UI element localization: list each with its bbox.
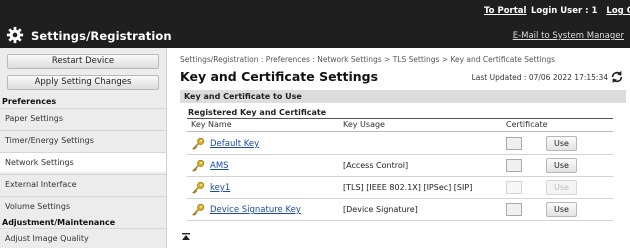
- sidebar-item-timer-energy[interactable]: Timer/Energy Settings: [0, 130, 166, 150]
- refresh-icon[interactable]: [610, 70, 624, 84]
- use-button: Use: [546, 180, 577, 195]
- section-header: Key and Certificate to Use: [180, 90, 626, 103]
- certificate-icon[interactable]: [506, 159, 522, 172]
- table-row: AMS [Access Control] Use: [187, 155, 613, 177]
- key-name-link[interactable]: Default Key: [210, 139, 259, 149]
- table-header: [187, 118, 613, 132]
- key-name-link[interactable]: Device Signature Key: [210, 205, 301, 215]
- key-name-link[interactable]: AMS: [210, 161, 229, 171]
- use-button[interactable]: Use: [546, 158, 577, 173]
- column-key-name: Key Name: [191, 120, 232, 129]
- key-icon: [192, 137, 205, 150]
- sidebar-item-volume-settings[interactable]: Volume Settings: [0, 196, 166, 216]
- key-icon: [192, 203, 205, 216]
- sidebar: Restart Device Apply Setting Changes Pre…: [0, 48, 167, 248]
- key-usage: [TLS] [IEEE 802.1X] [IPSec] [SIP]: [343, 183, 473, 192]
- key-name-link[interactable]: key1: [210, 183, 230, 193]
- login-user-value: 1: [591, 6, 598, 16]
- gear-icon: [6, 26, 24, 44]
- key-usage: [Device Signature]: [343, 205, 418, 214]
- logout-link[interactable]: Log Out: [606, 6, 630, 16]
- sidebar-item-paper-settings[interactable]: Paper Settings: [0, 108, 166, 128]
- certificate-icon[interactable]: [506, 203, 522, 216]
- sidebar-item-external-interface[interactable]: External Interface: [0, 174, 166, 194]
- sidebar-group-adjustment: Adjustment/Maintenance: [2, 218, 116, 227]
- breadcrumb: Settings/Registration : Preferences : Ne…: [180, 55, 556, 64]
- main-content: Settings/Registration : Preferences : Ne…: [167, 48, 630, 248]
- sidebar-group-preferences: Preferences: [2, 97, 57, 106]
- page-title: Key and Certificate Settings: [180, 69, 379, 84]
- restart-device-button[interactable]: Restart Device: [7, 54, 159, 69]
- column-certificate: Certificate: [506, 120, 548, 129]
- email-system-manager-link[interactable]: E-Mail to System Manager: [513, 31, 624, 41]
- certificate-icon[interactable]: [506, 137, 522, 150]
- use-button[interactable]: Use: [546, 202, 577, 217]
- scroll-to-top-icon[interactable]: [181, 232, 191, 242]
- column-key-usage: Key Usage: [343, 120, 385, 129]
- login-info: Login User : 1 Log Out: [531, 6, 630, 16]
- certificate-icon: [506, 181, 522, 194]
- table-row: key1 [TLS] [IEEE 802.1X] [IPSec] [SIP] U…: [187, 177, 613, 199]
- to-portal-link[interactable]: To Portal: [484, 6, 526, 16]
- table-row: Device Signature Key [Device Signature] …: [187, 199, 613, 221]
- title-row: Settings/Registration E-Mail to System M…: [0, 24, 630, 48]
- login-user-label: Login User :: [531, 6, 589, 16]
- key-icon: [192, 181, 205, 194]
- last-updated: Last Updated : 07/06 2022 17:15:34: [471, 73, 608, 82]
- sidebar-item-network-settings[interactable]: Network Settings: [0, 152, 166, 172]
- apply-setting-changes-button[interactable]: Apply Setting Changes: [7, 75, 159, 90]
- top-bar: To Portal Login User : 1 Log Out Setting…: [0, 0, 630, 48]
- app-title: Settings/Registration: [31, 29, 172, 43]
- table-row: Default Key Use: [187, 133, 613, 155]
- key-icon: [192, 159, 205, 172]
- subsection-title: Registered Key and Certificate: [188, 108, 327, 117]
- use-button[interactable]: Use: [546, 136, 577, 151]
- key-usage: [Access Control]: [343, 161, 409, 170]
- sidebar-item-adjust-image-quality[interactable]: Adjust Image Quality: [0, 228, 166, 248]
